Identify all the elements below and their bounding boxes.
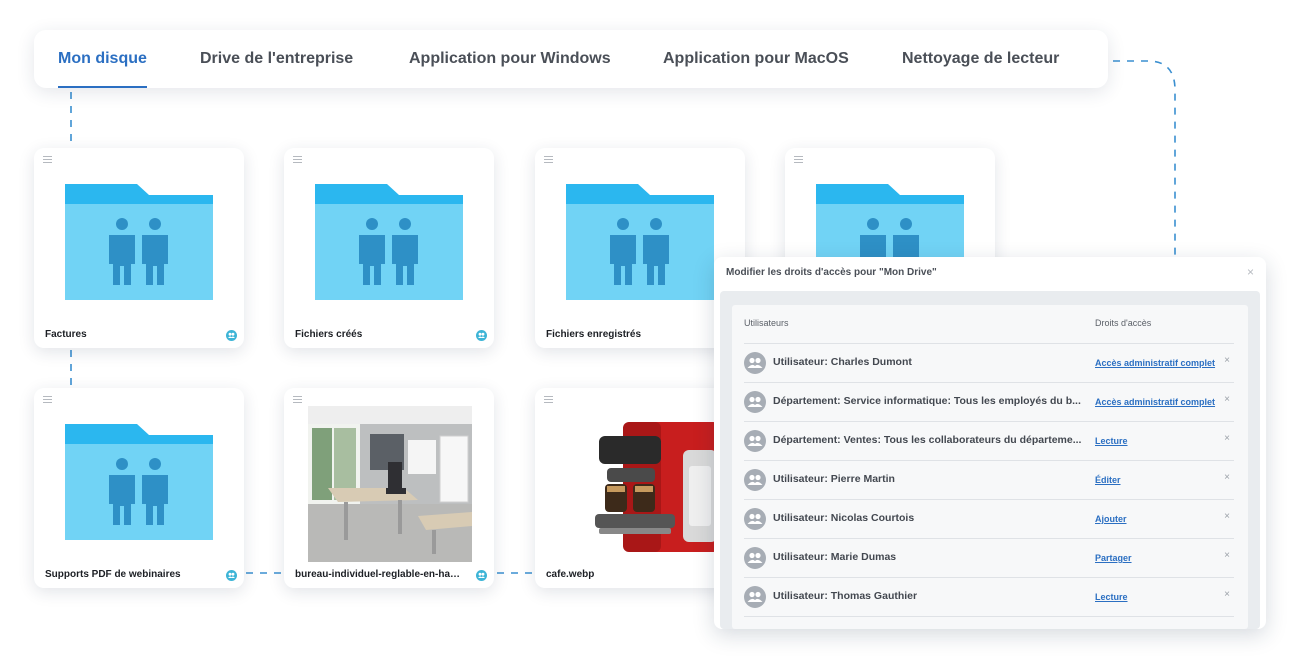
group-avatar-icon — [744, 391, 766, 413]
tab-application-windows[interactable]: Application pour Windows — [409, 30, 611, 88]
access-level-link[interactable]: Ajouter — [1095, 514, 1127, 524]
remove-icon[interactable]: × — [1224, 550, 1230, 561]
group-avatar-icon — [744, 469, 766, 491]
file-name: Supports PDF de webinaires — [45, 569, 181, 580]
card-menu-icon[interactable] — [293, 396, 302, 403]
user-name: Utilisateur: Pierre Martin — [773, 473, 895, 485]
permission-row: Utilisateur: Pierre Martin Éditer × — [744, 461, 1234, 500]
file-card-fichiers-crees[interactable]: Fichiers créés — [284, 148, 494, 348]
permission-row: Utilisateur: Nicolas Courtois Ajouter × — [744, 500, 1234, 539]
tab-application-macos[interactable]: Application pour MacOS — [663, 30, 849, 88]
access-level-link[interactable]: Lecture — [1095, 592, 1128, 602]
permission-row: Utilisateur: Thomas Gauthier Lecture × — [744, 578, 1234, 617]
card-menu-icon[interactable] — [544, 396, 553, 403]
file-name: cafe.webp — [546, 569, 595, 580]
group-avatar-icon — [744, 586, 766, 608]
access-level-link[interactable]: Lecture — [1095, 436, 1128, 446]
dialog-title: Modifier les droits d'accès pour "Mon Dr… — [726, 267, 937, 278]
permission-row: Utilisateur: Marie Dumas Partager × — [744, 539, 1234, 578]
dialog-body: Utilisateurs Droits d'accès Utilisateur:… — [720, 291, 1260, 629]
group-avatar-icon — [744, 508, 766, 530]
tab-mon-disque[interactable]: Mon disque — [58, 30, 147, 88]
group-avatar-icon — [744, 352, 766, 374]
card-menu-icon[interactable] — [293, 156, 302, 163]
user-name: Utilisateur: Nicolas Courtois — [773, 512, 915, 524]
permission-row: Utilisateur: Charles Dumont Accès admini… — [744, 344, 1234, 383]
file-name: Fichiers enregistrés — [546, 329, 642, 340]
column-header-rights: Droits d'accès — [1095, 318, 1152, 328]
shared-folder-icon — [566, 184, 714, 300]
file-card-supports-pdf[interactable]: Supports PDF de webinaires — [34, 388, 244, 588]
user-name: Département: Ventes: Tous les collaborat… — [773, 434, 1082, 446]
user-name: Département: Service informatique: Tous … — [773, 395, 1081, 407]
shared-users-icon — [226, 330, 237, 341]
file-name: Factures — [45, 329, 87, 340]
access-level-link[interactable]: Accès administratif complet — [1095, 397, 1215, 407]
file-card-bureau-image[interactable]: bureau-individuel-reglable-en-hauteur — [284, 388, 494, 588]
card-menu-icon[interactable] — [544, 156, 553, 163]
file-name: bureau-individuel-reglable-en-hauteur — [295, 569, 465, 580]
file-card-factures[interactable]: Factures — [34, 148, 244, 348]
card-menu-icon[interactable] — [794, 156, 803, 163]
shared-folder-icon — [65, 184, 213, 300]
permissions-table: Utilisateurs Droits d'accès Utilisateur:… — [732, 305, 1248, 629]
access-level-link[interactable]: Accès administratif complet — [1095, 358, 1215, 368]
remove-icon[interactable]: × — [1224, 355, 1230, 366]
office-desk-image — [308, 406, 472, 562]
card-menu-icon[interactable] — [43, 156, 52, 163]
remove-icon[interactable]: × — [1224, 511, 1230, 522]
tab-bar: Mon disque Drive de l'entreprise Applica… — [34, 30, 1108, 88]
remove-icon[interactable]: × — [1224, 589, 1230, 600]
remove-icon[interactable]: × — [1224, 394, 1230, 405]
card-menu-icon[interactable] — [43, 396, 52, 403]
remove-icon[interactable]: × — [1224, 433, 1230, 444]
user-name: Utilisateur: Thomas Gauthier — [773, 590, 918, 602]
access-level-link[interactable]: Partager — [1095, 553, 1132, 563]
remove-icon[interactable]: × — [1224, 472, 1230, 483]
access-level-link[interactable]: Éditer — [1095, 475, 1121, 485]
permission-row: Département: Service informatique: Tous … — [744, 383, 1234, 422]
access-rights-dialog: Modifier les droits d'accès pour "Mon Dr… — [714, 257, 1266, 629]
user-name: Utilisateur: Marie Dumas — [773, 551, 897, 563]
shared-folder-icon — [315, 184, 463, 300]
group-avatar-icon — [744, 547, 766, 569]
close-icon[interactable]: × — [1247, 265, 1254, 279]
user-name: Utilisateur: Charles Dumont — [773, 356, 912, 368]
coffee-machine-image — [559, 406, 723, 562]
shared-users-icon — [476, 330, 487, 341]
tab-drive-entreprise[interactable]: Drive de l'entreprise — [200, 30, 353, 88]
group-avatar-icon — [744, 430, 766, 452]
shared-folder-icon — [65, 424, 213, 540]
file-name: Fichiers créés — [295, 329, 363, 340]
tab-nettoyage-lecteur[interactable]: Nettoyage de lecteur — [902, 30, 1059, 88]
column-header-users: Utilisateurs — [744, 318, 789, 328]
permission-row: Département: Ventes: Tous les collaborat… — [744, 422, 1234, 461]
shared-users-icon — [476, 570, 487, 581]
shared-users-icon — [226, 570, 237, 581]
